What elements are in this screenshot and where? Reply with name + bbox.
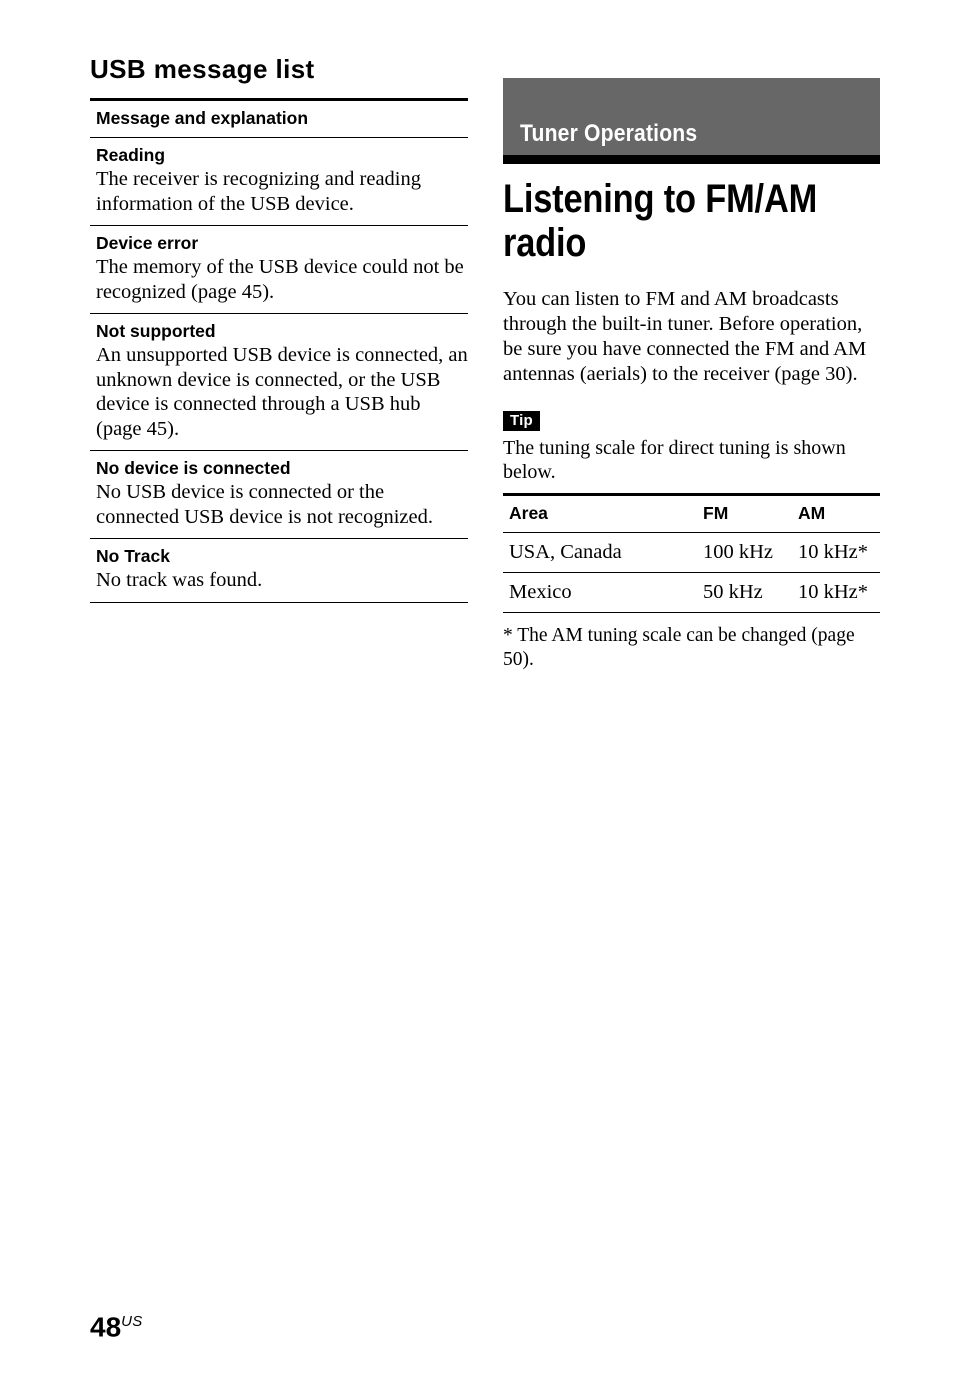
page-number: 48US bbox=[90, 1306, 143, 1343]
column-header-message: Message and explanation bbox=[96, 108, 309, 128]
cell-area: USA, Canada bbox=[509, 541, 622, 563]
table-bottom-rule bbox=[90, 602, 468, 603]
document-page: USB message list Message and explanation… bbox=[0, 0, 954, 1373]
usb-message-table: Message and explanation Reading The rece… bbox=[90, 98, 468, 603]
table-cell: No device is connected No USB device is … bbox=[90, 451, 468, 539]
page-number-suffix: US bbox=[121, 1313, 143, 1330]
table-bottom-rule-cell bbox=[503, 613, 880, 614]
message-description: No track was found. bbox=[96, 569, 263, 591]
table-cell: Reading The receiver is recognizing and … bbox=[90, 138, 468, 226]
table-cell: Device error The memory of the USB devic… bbox=[90, 226, 468, 314]
cell-am: 10 kHz* bbox=[798, 581, 869, 603]
message-title: No Track bbox=[96, 546, 170, 566]
message-title: Reading bbox=[96, 145, 166, 165]
table-row: Not supported An unsupported USB device … bbox=[90, 313, 468, 451]
intro-paragraph: You can listen to FM and AM broadcasts t… bbox=[503, 288, 867, 385]
message-description: No USB device is connected or the connec… bbox=[96, 481, 433, 528]
message-description: The receiver is recognizing and reading … bbox=[96, 168, 421, 215]
table-row: Reading The receiver is recognizing and … bbox=[90, 137, 468, 226]
message-description: An unsupported USB device is connected, … bbox=[96, 344, 468, 440]
table-row: No device is connected No USB device is … bbox=[90, 450, 468, 539]
message-title: Not supported bbox=[96, 321, 216, 341]
table-row: Device error The memory of the USB devic… bbox=[90, 225, 468, 314]
table-bottom-rule bbox=[503, 612, 880, 614]
section-banner-underline bbox=[503, 155, 880, 164]
table-cell: No Track No track was found. bbox=[90, 539, 468, 603]
table-row: Mexico 50 kHz 10 kHz* bbox=[503, 572, 880, 613]
cell-fm: 100 kHz bbox=[703, 541, 774, 563]
column-header-area: Area bbox=[509, 503, 548, 523]
cell-am: 10 kHz* bbox=[798, 541, 869, 563]
column-header-fm: FM bbox=[703, 503, 729, 523]
message-title: Device error bbox=[96, 233, 199, 253]
table-footnote: * The AM tuning scale can be changed (pa… bbox=[503, 625, 855, 670]
section-banner-label: Tuner Operations bbox=[520, 120, 698, 147]
cell-fm: 50 kHz bbox=[703, 581, 763, 603]
tip-badge: Tip bbox=[503, 411, 540, 431]
table-row: USA, Canada 100 kHz 10 kHz* bbox=[503, 532, 880, 573]
page-number-value: 48 bbox=[90, 1311, 122, 1343]
message-description: The memory of the USB device could not b… bbox=[96, 256, 464, 303]
page-title: USB message list bbox=[90, 54, 315, 84]
article-title: Listening to FM/AM radio bbox=[503, 177, 818, 265]
message-title: No device is connected bbox=[96, 458, 291, 478]
column-header-am: AM bbox=[798, 503, 826, 523]
table-bottom-rule-cell bbox=[90, 602, 468, 603]
left-column: USB message list Message and explanation… bbox=[90, 54, 468, 603]
table-header-row: Area FM AM bbox=[503, 494, 880, 533]
right-column: Tuner Operations Listening to FM/AM radi… bbox=[503, 78, 880, 672]
tip-text: The tuning scale for direct tuning is sh… bbox=[503, 437, 846, 483]
table-row: No Track No track was found. bbox=[90, 538, 468, 603]
table-header-row: Message and explanation bbox=[90, 99, 468, 138]
cell-area: Mexico bbox=[509, 581, 572, 603]
table-cell: Not supported An unsupported USB device … bbox=[90, 314, 468, 451]
tuning-scale-table: Area FM AM USA, Canada 100 kHz 10 kHz* M… bbox=[503, 493, 880, 613]
section-banner: Tuner Operations bbox=[503, 78, 880, 155]
